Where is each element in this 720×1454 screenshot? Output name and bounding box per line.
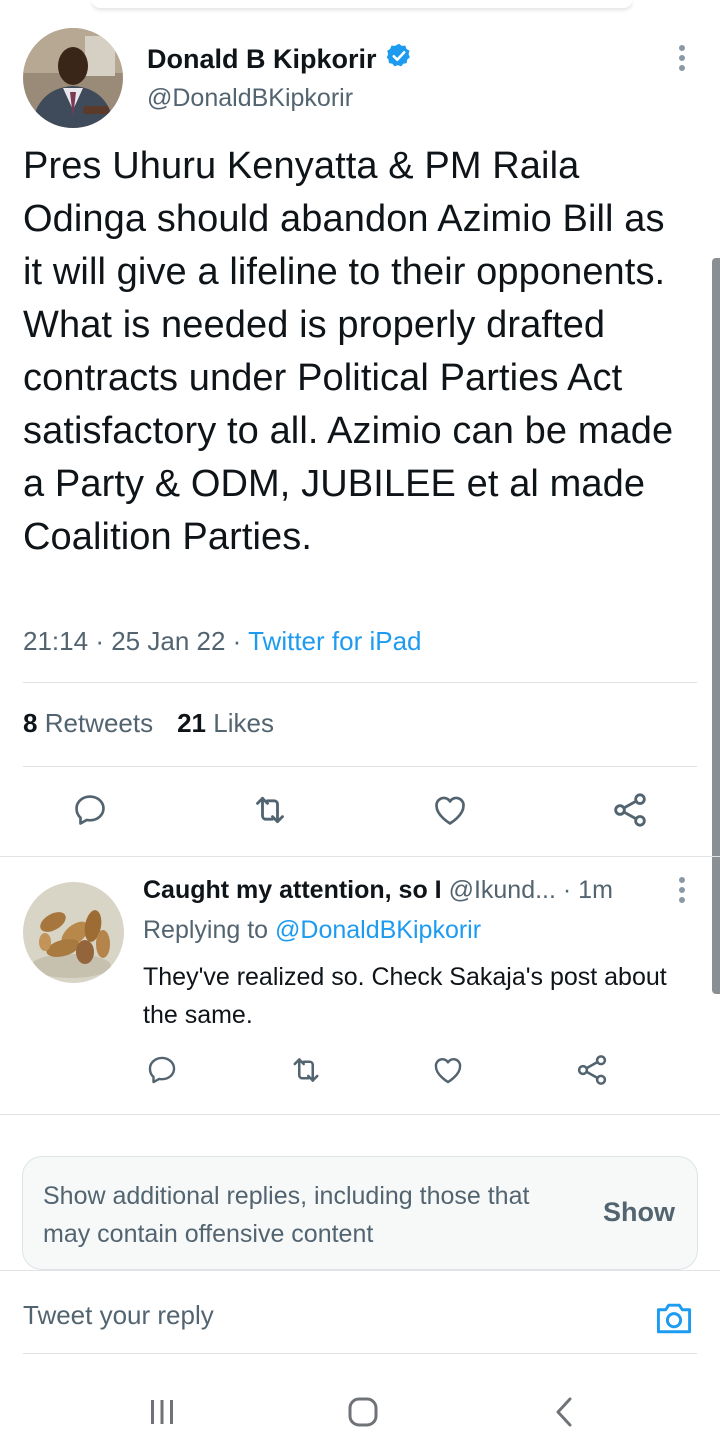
reply-actions (0, 1050, 720, 1090)
additional-replies-text: Show additional replies, including those… (43, 1182, 530, 1248)
reply-icon[interactable] (140, 1048, 184, 1092)
likes-stat[interactable]: 21 Likes (177, 708, 274, 739)
reply-text: They've realized so. Check Sakaja's post… (143, 963, 667, 1029)
likes-label: Likes (213, 708, 274, 738)
reply-author-avatar[interactable] (23, 882, 124, 983)
tweet-time: 21:14 (23, 626, 89, 656)
reply-header[interactable]: Caught my attention, so I @Ikund... · 1m (143, 876, 613, 905)
divider (23, 1353, 697, 1354)
more-options-icon[interactable] (664, 42, 700, 78)
author-handle[interactable]: @DonaldBKipkorir (147, 84, 353, 113)
divider (23, 682, 697, 683)
tweet-actions (0, 788, 720, 836)
share-icon[interactable] (608, 788, 652, 832)
author-name-row[interactable]: Donald B Kipkorir (147, 42, 413, 77)
system-nav-bar (0, 1388, 720, 1438)
recent-apps-icon[interactable] (138, 1388, 186, 1436)
replying-to: Replying to @DonaldBKipkorir (143, 916, 481, 945)
divider (23, 766, 697, 767)
retweet-icon[interactable] (284, 1048, 328, 1092)
likes-count: 21 (177, 708, 207, 738)
divider (0, 1114, 720, 1115)
home-icon[interactable] (339, 1388, 387, 1436)
back-icon[interactable] (541, 1388, 589, 1436)
tweet-date: 25 Jan 22 (111, 626, 226, 656)
reply-input[interactable]: Tweet your reply (23, 1300, 214, 1331)
camera-icon[interactable] (652, 1296, 696, 1340)
like-icon[interactable] (428, 788, 472, 832)
tweet-source-link[interactable]: Twitter for iPad (248, 626, 421, 656)
divider (0, 856, 720, 857)
scrollbar[interactable] (712, 258, 720, 994)
top-sheet-edge (92, 0, 632, 8)
divider (0, 1270, 720, 1271)
meta-separator: · (232, 626, 242, 656)
reply-author-name[interactable]: Caught my attention, so I (143, 876, 442, 904)
additional-replies-card[interactable]: Show additional replies, including those… (22, 1156, 698, 1270)
replying-prefix: Replying to (143, 916, 269, 944)
meta-separator: · (95, 626, 104, 656)
tweet-meta: 21:14 · 25 Jan 22 · Twitter for iPad (23, 626, 422, 657)
tweet-text: Pres Uhuru Kenyatta & PM Raila Odinga sh… (23, 145, 674, 558)
reply-icon[interactable] (68, 788, 112, 832)
reply-more-options-icon[interactable] (664, 874, 700, 910)
show-button[interactable]: Show (603, 1197, 675, 1228)
reply-time: · 1m (562, 876, 613, 904)
replying-mention-link[interactable]: @DonaldBKipkorir (275, 916, 481, 944)
author-avatar[interactable] (23, 28, 123, 128)
like-icon[interactable] (426, 1048, 470, 1092)
retweet-icon[interactable] (248, 788, 292, 832)
share-icon[interactable] (570, 1048, 614, 1092)
author-name[interactable]: Donald B Kipkorir (147, 44, 377, 75)
tweet-stats: 8 Retweets 21 Likes (23, 708, 274, 739)
verified-badge-icon (385, 42, 413, 77)
retweets-stat[interactable]: 8 Retweets (23, 708, 153, 739)
reply-author-handle[interactable]: @Ikund... (449, 876, 556, 904)
retweets-count: 8 (23, 708, 38, 738)
retweets-label: Retweets (44, 708, 154, 738)
